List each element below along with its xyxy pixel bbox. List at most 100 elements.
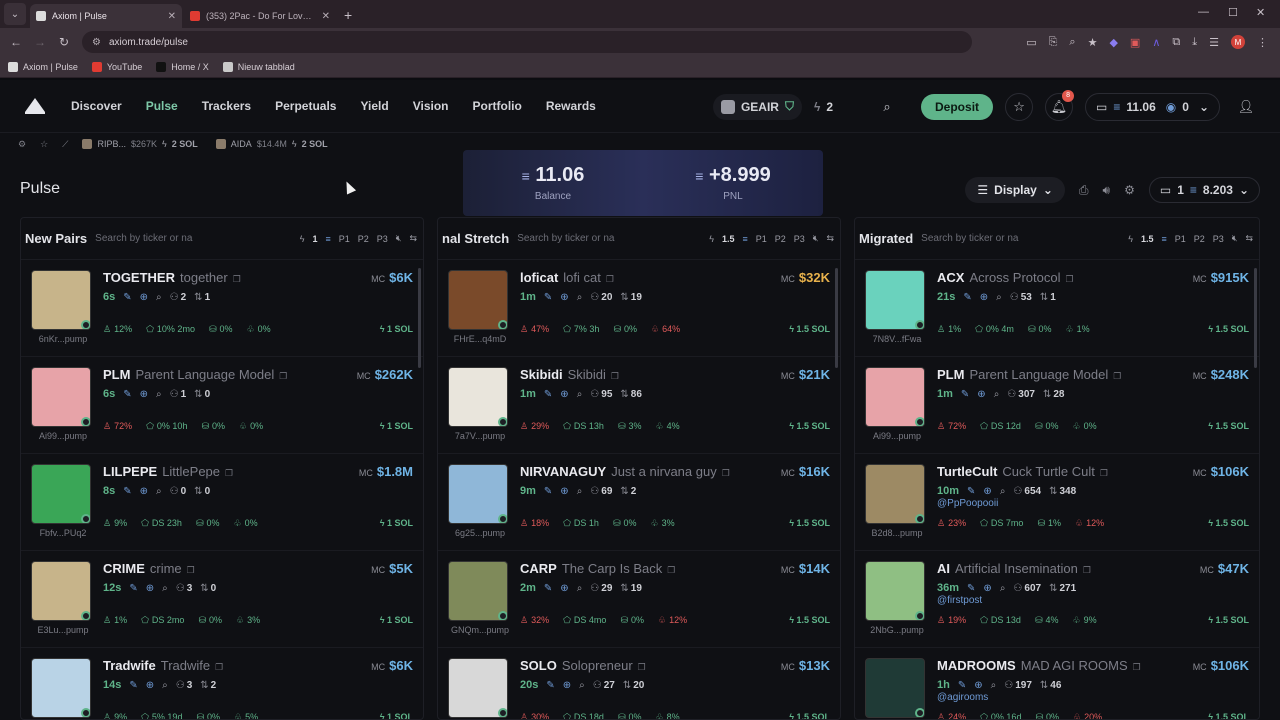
token-avatar[interactable] xyxy=(448,658,508,718)
web-icon[interactable]: ⊕ xyxy=(980,292,988,303)
copy-icon[interactable]: ❐ xyxy=(279,371,287,382)
zoom-icon[interactable]: ⌕ xyxy=(1069,36,1075,49)
token-card[interactable]: GNQm...pump CARP The Carp Is Back ❐ MC $14K 2m… xyxy=(438,551,840,648)
pen-icon[interactable]: ✎ xyxy=(544,292,552,303)
mute-icon[interactable]: 🔇︎ xyxy=(813,233,819,244)
quick-buy-button[interactable]: ϟ 1.5 SOL xyxy=(1208,712,1249,719)
pen-icon[interactable]: ✎ xyxy=(967,486,975,497)
quick-buy-button[interactable]: ϟ 1.5 SOL xyxy=(789,421,830,431)
token-card[interactable]: SOLO Solopreneur ❐ MC $13K 20s ✎ ⊕ ⌕ ⚇ 27 ⇅ 20 ♙ 30% ⬠ D… xyxy=(438,648,840,719)
pen-icon[interactable]: ✎ xyxy=(129,680,137,691)
chart-icon[interactable]: ⟋ xyxy=(62,139,68,150)
bolt-counter[interactable]: ϟ 2 xyxy=(814,100,833,114)
search-icon[interactable]: ⌕ xyxy=(577,486,583,497)
bookmark-item[interactable]: Nieuw tabblad xyxy=(222,61,295,72)
bookmark-icon[interactable]: ⎙ xyxy=(1079,183,1089,198)
search-icon[interactable]: ⌕ xyxy=(577,292,583,303)
web-icon[interactable]: ⊕ xyxy=(140,292,148,303)
web-icon[interactable]: ⊕ xyxy=(974,680,982,691)
token-card[interactable]: Ai99...pump PLM Parent Language Model ❐ MC $2… xyxy=(855,357,1259,454)
preset-selector[interactable]: ▭ 1 ≡ 8.203 ⌄ xyxy=(1148,177,1260,203)
token-card[interactable]: B2d8...pump TurtleCult Cuck Turtle Cult ❐ MC… xyxy=(855,454,1259,551)
search-icon[interactable]: ⌕ xyxy=(162,583,168,594)
search-icon[interactable]: ⌕ xyxy=(156,389,162,400)
pen-icon[interactable]: ✎ xyxy=(123,389,131,400)
nav-link-yield[interactable]: Yield xyxy=(360,99,388,113)
preset-p3[interactable]: P3 xyxy=(1213,234,1224,244)
twitter-handle[interactable]: @firstpost xyxy=(937,595,1249,606)
token-card[interactable]: Tradwife Tradwife ❐ MC $6K 14s ✎ ⊕ ⌕ ⚇ 3 ⇅ 2 ♙ 9% ⬠ 5% 1… xyxy=(21,648,423,719)
watchlist-button[interactable]: ☆ xyxy=(1005,92,1034,121)
pinned-ticker[interactable]: AIDA $14.4M ϟ 2 SOL xyxy=(215,139,328,149)
bookmark-item[interactable]: Home / X xyxy=(156,61,209,72)
token-card[interactable]: E3Lu...pump CRIME crime ❐ MC $5K 12s ✎ ⊕ ⌕ ⚇ 3 ⇅ 0 ♙ 1%… xyxy=(21,551,423,648)
token-card[interactable]: 2NbG...pump AI Artificial Insemination ❐ MC $… xyxy=(855,551,1259,648)
quick-buy-button[interactable]: ϟ 1.5 SOL xyxy=(789,615,830,625)
pen-icon[interactable]: ✎ xyxy=(544,486,552,497)
extension-icon[interactable]: ◆ xyxy=(1109,36,1117,49)
token-card[interactable]: 7N8V...fFwa ACX Across Protocol ❐ MC $915K 21s… xyxy=(855,260,1259,357)
token-avatar[interactable] xyxy=(865,464,925,524)
filter-icon[interactable]: ⇆ xyxy=(826,233,834,244)
quick-buy-button[interactable]: ϟ 1.5 SOL xyxy=(789,712,830,719)
browser-menu-icon[interactable]: ⋮ xyxy=(1257,36,1268,49)
pen-icon[interactable]: ✎ xyxy=(544,389,552,400)
close-window-button[interactable]: ✕ xyxy=(1256,6,1265,19)
site-info-icon[interactable]: ⚙ xyxy=(92,37,101,48)
preset-p1[interactable]: P1 xyxy=(1175,234,1186,244)
token-address[interactable]: 7a7V...pump xyxy=(446,431,514,441)
quick-buy-button[interactable]: ϟ 1.5 SOL xyxy=(1208,518,1249,528)
copy-icon[interactable]: ❐ xyxy=(611,371,619,382)
quick-buy-button[interactable]: ϟ 1 SOL xyxy=(380,324,413,334)
token-avatar[interactable] xyxy=(448,367,508,427)
column-scrollbar[interactable] xyxy=(418,268,421,368)
web-icon[interactable]: ⊕ xyxy=(146,583,154,594)
quick-buy-amount[interactable]: 1.5 xyxy=(722,234,735,244)
token-avatar[interactable] xyxy=(448,561,508,621)
copy-icon[interactable]: ❐ xyxy=(233,274,241,285)
token-card[interactable]: 7a7V...pump Skibidi Skibidi ❐ MC $21K 1m ✎ ⊕ ⌕ ⚇ 95… xyxy=(438,357,840,454)
web-icon[interactable]: ⊕ xyxy=(146,680,154,691)
search-icon[interactable]: ⌕ xyxy=(1000,583,1006,594)
column-search-input[interactable]: Search by ticker or na xyxy=(921,233,1018,244)
token-avatar[interactable] xyxy=(865,561,925,621)
settings-gear-icon[interactable]: ⚙ xyxy=(18,139,26,150)
bookmark-item[interactable]: YouTube xyxy=(91,61,142,72)
hotkeys-icon[interactable]: ⚙ xyxy=(1124,183,1135,197)
copy-icon[interactable]: ❐ xyxy=(638,662,646,673)
pen-icon[interactable]: ✎ xyxy=(129,583,137,594)
twitter-handle[interactable]: @agirooms xyxy=(937,692,1249,703)
forward-icon[interactable]: → xyxy=(28,35,52,49)
quick-buy-button[interactable]: ϟ 1 SOL xyxy=(380,712,413,719)
quick-buy-button[interactable]: ϟ 1.5 SOL xyxy=(789,324,830,334)
screenshot-icon[interactable]: ⎘ xyxy=(1049,36,1058,49)
nav-link-discover[interactable]: Discover xyxy=(71,99,122,113)
pen-icon[interactable]: ✎ xyxy=(961,389,969,400)
url-field[interactable]: ⚙ axiom.trade/pulse xyxy=(82,31,972,53)
preset-p2[interactable]: P2 xyxy=(1194,234,1205,244)
token-avatar[interactable] xyxy=(31,367,91,427)
nav-link-perpetuals[interactable]: Perpetuals xyxy=(275,99,336,113)
search-icon[interactable]: ⌕ xyxy=(991,680,997,691)
quick-buy-button[interactable]: ϟ 1 SOL xyxy=(380,615,413,625)
pinned-ticker[interactable]: RIPB... $267K ϟ 2 SOL xyxy=(82,139,198,149)
quick-buy-button[interactable]: ϟ 1 SOL xyxy=(380,421,413,431)
copy-icon[interactable]: ❐ xyxy=(1113,371,1121,382)
quick-buy-button[interactable]: ϟ 1.5 SOL xyxy=(789,518,830,528)
token-card[interactable]: FHrE...q4mD loficat lofi cat ❐ MC $32K 1m ✎ ⊕ ⌕ ⚇ 2… xyxy=(438,260,840,357)
search-icon[interactable]: ⌕ xyxy=(1000,486,1006,497)
copy-icon[interactable]: ❐ xyxy=(606,274,614,285)
bookmark-item[interactable]: Axiom | Pulse xyxy=(8,61,78,72)
nav-link-pulse[interactable]: Pulse xyxy=(146,99,178,113)
copy-icon[interactable]: ❐ xyxy=(1083,565,1091,576)
token-address[interactable]: GNQm...pump xyxy=(446,625,514,635)
new-tab-button[interactable]: + xyxy=(344,7,352,23)
token-avatar[interactable] xyxy=(31,464,91,524)
nav-link-trackers[interactable]: Trackers xyxy=(202,99,251,113)
extensions-puzzle-icon[interactable]: ⧉ xyxy=(1172,36,1180,49)
watchlist-star-icon[interactable]: ☆ xyxy=(40,139,48,150)
sound-icon[interactable]: 🔊︎ xyxy=(1103,183,1111,198)
extension-icon[interactable]: ▣ xyxy=(1130,36,1140,49)
token-address[interactable]: 7N8V...fFwa xyxy=(863,334,931,344)
downloads-icon[interactable]: ⤓ xyxy=(1192,36,1197,49)
